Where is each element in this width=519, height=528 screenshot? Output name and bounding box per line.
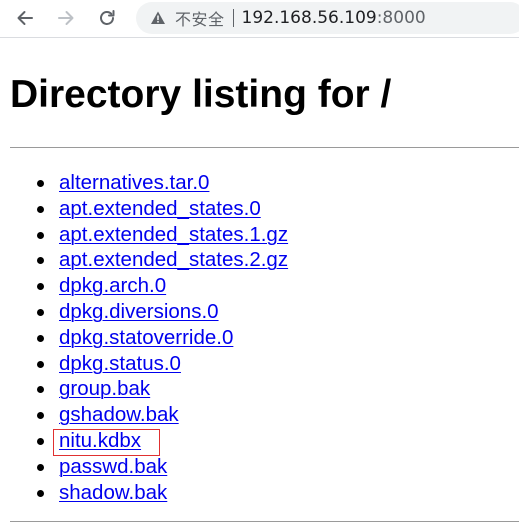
bullet-icon	[37, 308, 44, 316]
bullet-icon	[37, 386, 44, 394]
reload-button[interactable]	[94, 5, 120, 31]
list-item: apt.extended_states.2.gz	[0, 247, 288, 273]
bullet-icon	[37, 180, 44, 187]
file-link[interactable]: dpkg.statoverride.0	[59, 326, 233, 349]
file-link[interactable]: apt.extended_states.2.gz	[59, 248, 288, 271]
bullet-icon	[37, 412, 44, 420]
omnibox-separator	[232, 9, 234, 27]
url-port: :8000	[376, 8, 426, 28]
bullet-icon	[37, 463, 44, 471]
file-link[interactable]: group.bak	[59, 377, 150, 400]
bullet-icon	[37, 334, 44, 342]
arrow-right-icon	[58, 11, 74, 25]
address-bar[interactable]: 不安全 192.168.56.109:8000	[136, 2, 519, 34]
forward-button[interactable]	[53, 5, 79, 31]
warning-triangle-icon[interactable]	[150, 10, 166, 26]
file-link[interactable]: dpkg.status.0	[59, 352, 181, 375]
top-divider	[10, 147, 519, 148]
bullet-icon	[37, 283, 44, 291]
url-host: 192.168.56.109	[241, 8, 377, 28]
list-item: dpkg.statoverride.0	[0, 325, 288, 351]
file-link[interactable]: apt.extended_states.0	[59, 197, 261, 220]
bottom-divider	[10, 521, 519, 522]
file-link[interactable]: passwd.bak	[59, 455, 167, 478]
bullet-icon	[37, 205, 44, 213]
list-item: passwd.bak	[0, 454, 288, 480]
bullet-icon	[37, 257, 44, 265]
list-item: dpkg.diversions.0	[0, 299, 288, 325]
list-item: apt.extended_states.0	[0, 196, 288, 222]
url-text[interactable]: 192.168.56.109:8000	[242, 8, 426, 28]
file-link[interactable]: gshadow.bak	[59, 403, 179, 426]
list-item: dpkg.status.0	[0, 351, 288, 377]
arrow-left-icon	[17, 11, 33, 25]
bullet-icon	[37, 360, 44, 368]
file-link[interactable]: apt.extended_states.1.gz	[59, 223, 288, 246]
bullet-icon	[37, 231, 44, 239]
list-item: shadow.bak	[0, 480, 288, 506]
list-item: gshadow.bak	[0, 402, 288, 428]
page-title: Directory listing for /	[10, 73, 392, 116]
list-item: group.bak	[0, 376, 288, 402]
file-link[interactable]: alternatives.tar.0	[59, 171, 209, 194]
bullet-icon	[37, 437, 44, 445]
bullet-icon	[37, 489, 44, 497]
file-link[interactable]: nitu.kdbx	[59, 429, 141, 452]
list-item: dpkg.arch.0	[0, 273, 288, 299]
list-item: nitu.kdbx	[0, 428, 288, 454]
security-label[interactable]: 不安全	[175, 6, 225, 30]
file-link[interactable]: dpkg.diversions.0	[59, 300, 219, 323]
back-button[interactable]	[12, 5, 38, 31]
file-link[interactable]: shadow.bak	[59, 481, 167, 504]
list-item: alternatives.tar.0	[0, 170, 288, 196]
list-item: apt.extended_states.1.gz	[0, 222, 288, 248]
file-list: alternatives.tar.0 apt.extended_states.0a…	[0, 170, 288, 505]
browser-toolbar: 不安全 192.168.56.109:8000	[0, 0, 519, 38]
file-link[interactable]: dpkg.arch.0	[59, 274, 166, 297]
reload-icon	[100, 10, 115, 25]
